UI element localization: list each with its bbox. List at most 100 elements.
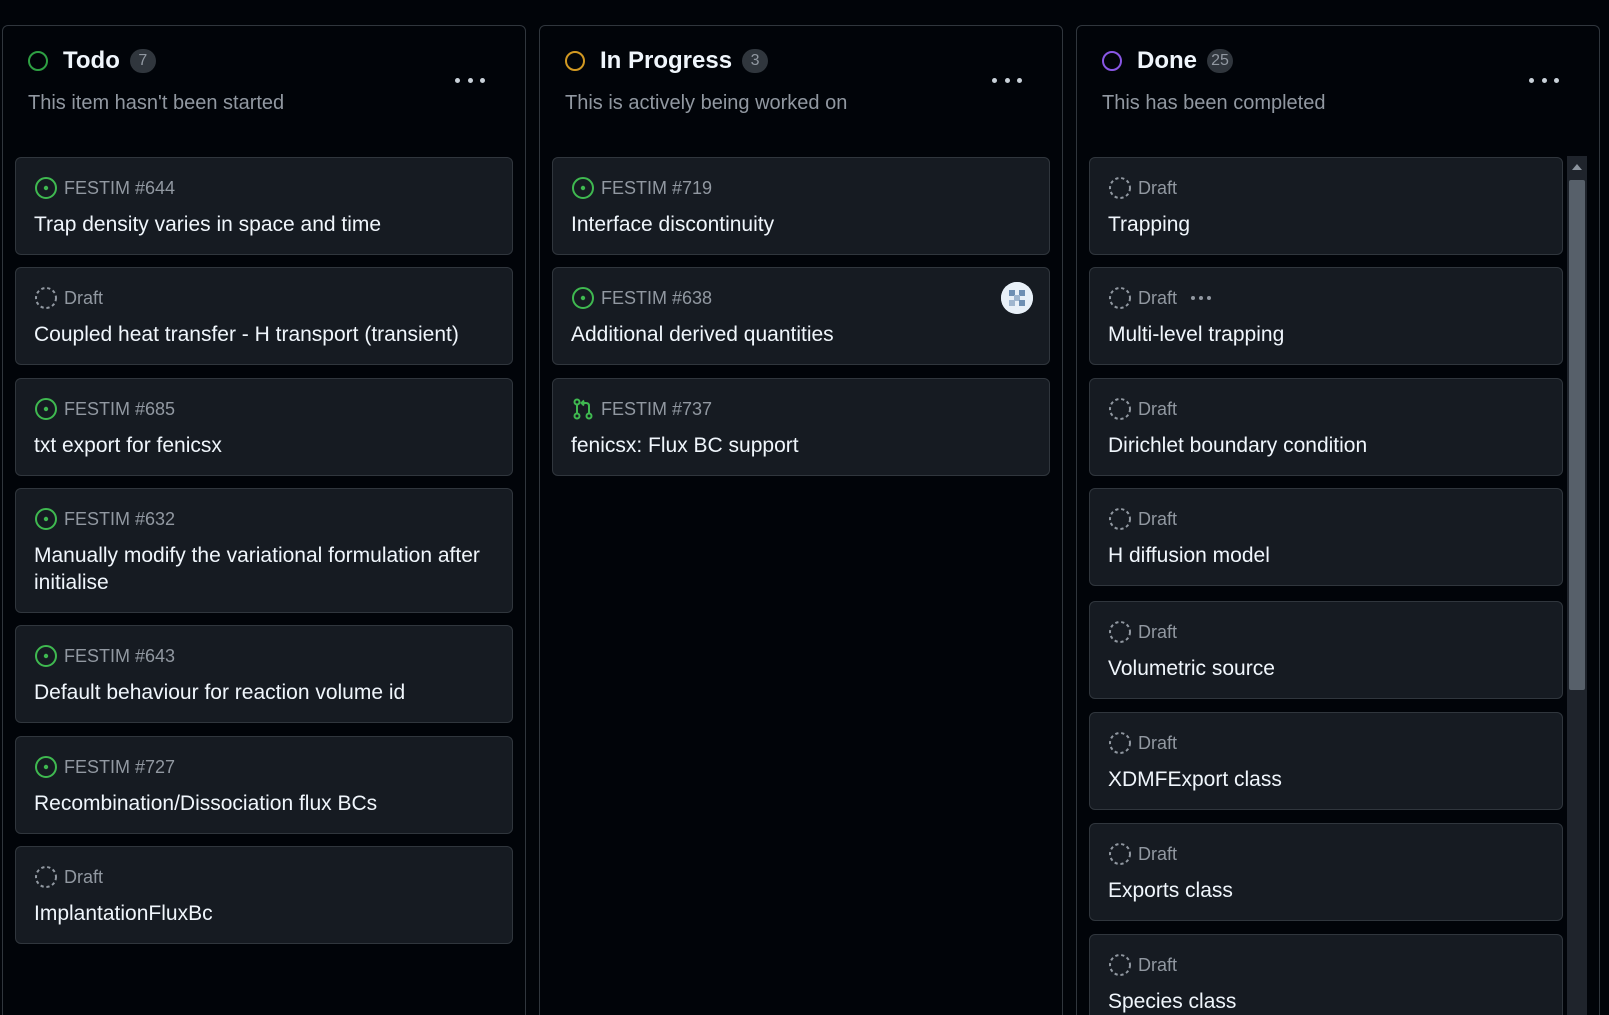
column-scrollbar[interactable] — [1567, 156, 1587, 1015]
card-item[interactable]: Draft XDMFExport class — [1089, 712, 1563, 810]
draft-label: Draft — [1138, 288, 1178, 308]
column-title-text: Todo — [63, 47, 120, 74]
card-title[interactable]: H diffusion model — [1108, 542, 1544, 569]
draft-label: Draft — [1138, 399, 1178, 419]
card-item[interactable]: FESTIM #632 Manually modify the variatio… — [15, 488, 513, 613]
column-menu-button[interactable] — [1529, 70, 1559, 90]
card-title[interactable]: ImplantationFluxBc — [34, 900, 494, 927]
draft-icon — [1108, 953, 1132, 977]
card-item[interactable]: FESTIM #737 fenicsx: Flux BC support — [552, 378, 1050, 476]
draft-label: Draft — [1138, 844, 1178, 864]
card-title[interactable]: Species class — [1108, 988, 1544, 1015]
draft-label: Draft — [1138, 178, 1178, 198]
draft-icon — [34, 865, 58, 889]
card-more-options-button[interactable] — [1191, 296, 1212, 300]
open-issue-icon — [34, 755, 58, 779]
column-header: Todo 7 This item hasn't been started — [3, 26, 525, 132]
card-title[interactable]: Additional derived quantities — [571, 321, 1031, 348]
column-description: This is actively being worked on — [565, 92, 848, 114]
draft-label: Draft — [1138, 509, 1178, 529]
draft-icon — [1108, 620, 1132, 644]
card-item[interactable]: FESTIM #685 txt export for fenicsx — [15, 378, 513, 476]
issue-reference[interactable]: FESTIM #719 — [601, 176, 712, 200]
card-title[interactable]: Multi-level trapping — [1108, 321, 1544, 348]
card-item[interactable]: FESTIM #638 Additional derived quantitie… — [552, 267, 1050, 365]
card-title[interactable]: Recombination/Dissociation flux BCs — [34, 790, 494, 817]
card-item[interactable]: Draft Coupled heat transfer - H transpor… — [15, 267, 513, 365]
card-title[interactable]: Default behaviour for reaction volume id — [34, 679, 494, 706]
column-header: Done 25 This has been completed — [1077, 26, 1599, 132]
column-title: In Progress 3 — [600, 47, 769, 75]
project-board: Todo 7 This item hasn't been started FEST… — [0, 0, 1609, 1015]
column-title: Done 25 — [1137, 47, 1233, 75]
column-title-text: In Progress — [600, 47, 733, 74]
draft-icon — [1108, 176, 1132, 200]
issue-reference[interactable]: FESTIM #632 — [64, 507, 175, 531]
open-issue-icon — [34, 644, 58, 668]
todo-status-icon — [28, 51, 48, 71]
column-todo: Todo 7 This item hasn't been started FEST… — [2, 25, 526, 1015]
pull-request-icon — [571, 397, 595, 421]
card-item[interactable]: Draft Trapping — [1089, 157, 1563, 255]
open-issue-icon — [34, 176, 58, 200]
card-item[interactable]: Draft Dirichlet boundary condition — [1089, 378, 1563, 476]
draft-label: Draft — [1138, 622, 1178, 642]
column-description: This has been completed — [1102, 92, 1326, 114]
card-title[interactable]: fenicsx: Flux BC support — [571, 432, 1031, 459]
column-done: Done 25 This has been completed Draft Tra… — [1076, 25, 1600, 1015]
draft-icon — [1108, 507, 1132, 531]
draft-icon — [1108, 842, 1132, 866]
card-title[interactable]: txt export for fenicsx — [34, 432, 494, 459]
issue-reference[interactable]: FESTIM #644 — [64, 176, 175, 200]
assignee-avatar[interactable] — [1001, 282, 1033, 314]
card-item[interactable]: FESTIM #727 Recombination/Dissociation f… — [15, 736, 513, 834]
draft-icon — [1108, 397, 1132, 421]
card-title[interactable]: Dirichlet boundary condition — [1108, 432, 1544, 459]
scroll-up-arrow-icon[interactable] — [1567, 156, 1587, 178]
column-menu-button[interactable] — [455, 70, 485, 90]
card-item[interactable]: Draft Multi-level trapping — [1089, 267, 1563, 365]
issue-reference[interactable]: FESTIM #685 — [64, 397, 175, 421]
card-item[interactable]: Draft Exports class — [1089, 823, 1563, 921]
open-issue-icon — [34, 397, 58, 421]
card-item[interactable]: Draft ImplantationFluxBc — [15, 846, 513, 944]
draft-icon — [1108, 731, 1132, 755]
draft-label: Draft — [1138, 733, 1178, 753]
card-title[interactable]: Trapping — [1108, 211, 1544, 238]
open-issue-icon — [34, 507, 58, 531]
open-issue-icon — [571, 286, 595, 310]
card-item[interactable]: FESTIM #719 Interface discontinuity — [552, 157, 1050, 255]
card-title[interactable]: Trap density varies in space and time — [34, 211, 494, 238]
draft-label: Draft — [1138, 955, 1178, 975]
draft-icon — [34, 286, 58, 310]
item-count-badge: 25 — [1207, 49, 1233, 73]
column-title-text: Done — [1137, 47, 1197, 74]
card-title[interactable]: Manually modify the variational formulat… — [34, 542, 494, 596]
pr-reference[interactable]: FESTIM #737 — [601, 397, 712, 421]
column-title: Todo 7 — [63, 47, 156, 75]
card-title[interactable]: Coupled heat transfer - H transport (tra… — [34, 321, 494, 348]
card-title[interactable]: Interface discontinuity — [571, 211, 1031, 238]
issue-reference[interactable]: FESTIM #643 — [64, 644, 175, 668]
card-item[interactable]: Draft H diffusion model — [1089, 488, 1563, 586]
column-menu-button[interactable] — [992, 70, 1022, 90]
card-item[interactable]: Draft Volumetric source — [1089, 601, 1563, 699]
draft-icon — [1108, 286, 1132, 310]
open-issue-icon — [571, 176, 595, 200]
draft-label: Draft — [64, 288, 104, 308]
card-title[interactable]: Exports class — [1108, 877, 1544, 904]
item-count-badge: 7 — [129, 49, 156, 73]
card-item[interactable]: FESTIM #644 Trap density varies in space… — [15, 157, 513, 255]
draft-label: Draft — [64, 867, 104, 887]
column-description: This item hasn't been started — [28, 92, 285, 114]
column-in-progress: In Progress 3 This is actively being work… — [539, 25, 1063, 1015]
card-item[interactable]: FESTIM #643 Default behaviour for reacti… — [15, 625, 513, 723]
issue-reference[interactable]: FESTIM #638 — [601, 286, 712, 310]
in-progress-status-icon — [565, 51, 585, 71]
card-title[interactable]: XDMFExport class — [1108, 766, 1544, 793]
issue-reference[interactable]: FESTIM #727 — [64, 755, 175, 779]
scrollbar-thumb[interactable] — [1569, 180, 1585, 690]
done-status-icon — [1102, 51, 1122, 71]
card-title[interactable]: Volumetric source — [1108, 655, 1544, 682]
card-item[interactable]: Draft Species class — [1089, 934, 1563, 1015]
